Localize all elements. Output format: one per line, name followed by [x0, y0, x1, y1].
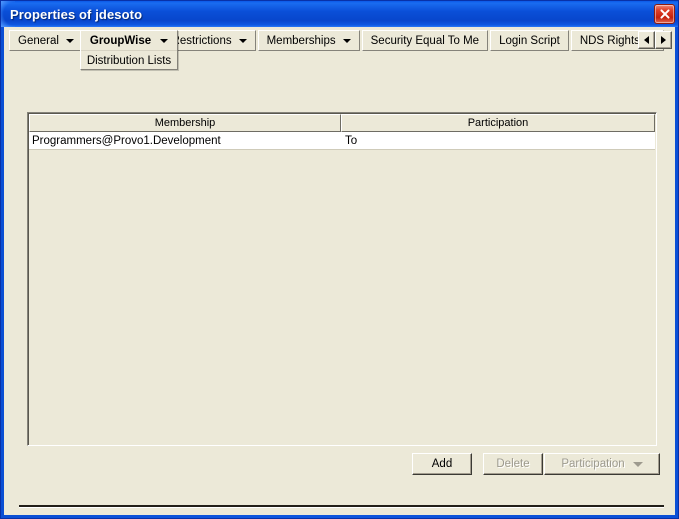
add-button[interactable]: Add [412, 453, 472, 475]
cell-membership: Programmers@Provo1.Development [32, 134, 221, 147]
tab-memberships[interactable]: Memberships [257, 30, 360, 51]
dialog-client-area: General Restrictions Memberships Securit… [4, 27, 675, 515]
window-title: Properties of jdesoto [10, 6, 143, 22]
table-row[interactable]: Programmers@Provo1.Development To [29, 132, 655, 149]
tab-security-equal-to-me[interactable]: Security Equal To Me [361, 30, 489, 51]
add-button-label: Add [431, 458, 453, 470]
tab-memberships-label: Memberships [266, 34, 336, 47]
tab-strip: General Restrictions Memberships Securit… [4, 27, 675, 70]
column-header-membership[interactable]: Membership [29, 114, 341, 132]
list-column-headers: Membership Participation [29, 114, 655, 132]
tab-groupwise-header[interactable]: GroupWise [81, 31, 177, 51]
close-icon[interactable] [654, 4, 675, 24]
screenshot-root: Properties of jdesoto General Restrictio… [0, 0, 679, 519]
tab-restrictions-label: Restrictions [171, 34, 232, 47]
tab-distribution-lists-label: Distribution Lists [86, 54, 172, 67]
list-action-buttons: Add Delete Participation [4, 453, 675, 477]
tab-scroll-buttons [638, 31, 672, 49]
chevron-left-glyph [644, 36, 649, 44]
column-header-membership-label: Membership [154, 117, 216, 129]
chevron-down-icon [342, 39, 351, 43]
chevron-right-icon[interactable] [655, 31, 672, 49]
tab-groupwise-label: GroupWise [89, 34, 152, 47]
chevron-down-icon [65, 39, 74, 43]
dialog-footer: Page Options... OK Cancel Apply Help [4, 513, 675, 515]
column-header-participation[interactable]: Participation [341, 114, 655, 132]
column-header-participation-label: Participation [467, 117, 529, 129]
tab-nds-rights-label: NDS Rights [579, 34, 640, 47]
cell-participation: To [345, 134, 358, 147]
properties-dialog-window: Properties of jdesoto General Restrictio… [0, 0, 679, 519]
participation-button-label: Participation [561, 458, 625, 470]
participation-button: Participation [544, 453, 660, 475]
tab-login-script[interactable]: Login Script [490, 30, 569, 51]
chevron-down-icon [238, 39, 247, 43]
tab-security-equal-to-me-label: Security Equal To Me [370, 34, 480, 47]
distribution-lists-page: Membership Participation Programmers@Pro… [4, 69, 675, 515]
tab-general-label: General [18, 34, 59, 47]
tab-groupwise[interactable]: GroupWise Distribution Lists [80, 30, 178, 70]
chevron-right-glyph [661, 36, 666, 44]
delete-button-label: Delete [496, 458, 530, 470]
list-rows: Programmers@Provo1.Development To [29, 132, 655, 150]
membership-list[interactable]: Membership Participation Programmers@Pro… [27, 112, 657, 446]
tab-general[interactable]: General [9, 30, 83, 51]
footer-divider [19, 505, 664, 507]
chevron-down-icon [632, 461, 643, 467]
tab-login-script-label: Login Script [499, 34, 560, 47]
chevron-left-icon[interactable] [638, 31, 655, 49]
tab-distribution-lists[interactable]: Distribution Lists [81, 51, 177, 70]
chevron-down-icon [160, 39, 169, 43]
delete-button: Delete [483, 453, 543, 475]
title-bar[interactable]: Properties of jdesoto [1, 1, 678, 27]
